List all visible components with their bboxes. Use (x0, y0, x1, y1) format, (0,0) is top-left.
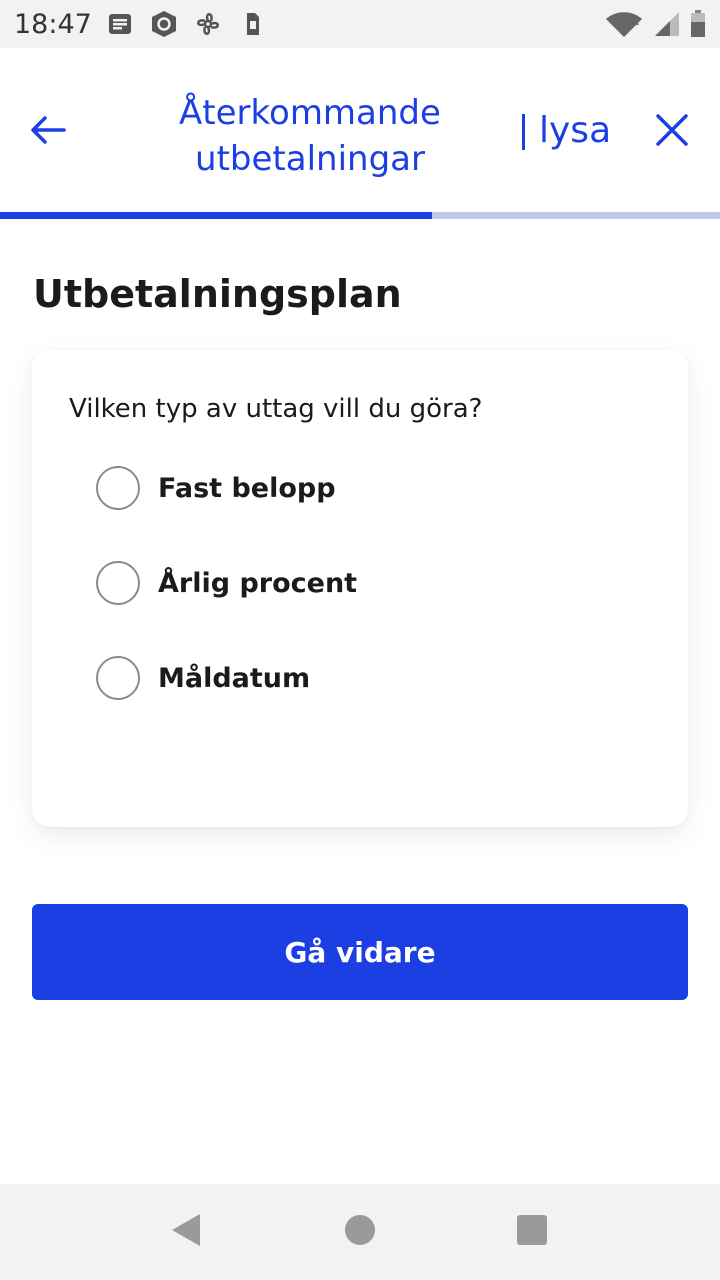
notes-icon (106, 10, 134, 38)
status-right-icons: ▴ (604, 10, 706, 43)
logo-divider (522, 114, 525, 150)
withdrawal-type-card: Vilken typ av uttag vill du göra? Fast b… (32, 350, 688, 827)
system-nav-bar (0, 1184, 720, 1280)
question-label: Vilken typ av uttag vill du göra? (69, 394, 483, 424)
recents-square-icon (516, 1214, 548, 1251)
option-arlig-procent[interactable]: Årlig procent (96, 558, 357, 608)
home-circle-icon (344, 1214, 376, 1251)
sim-icon (238, 10, 266, 38)
continue-button[interactable]: Gå vidare (32, 904, 688, 1000)
back-triangle-icon (170, 1213, 202, 1252)
shield-app-icon (150, 10, 178, 38)
content-area: Utbetalningsplan Vilken typ av uttag vil… (0, 219, 720, 1184)
close-icon (655, 113, 689, 152)
fan-icon (194, 10, 222, 38)
nav-recents-button[interactable] (514, 1214, 550, 1250)
page-title: Utbetalningsplan (33, 272, 402, 316)
logo-text: lysa (539, 110, 612, 151)
nav-back-button[interactable] (168, 1213, 204, 1252)
back-button[interactable] (24, 108, 72, 156)
radio-button[interactable] (96, 466, 140, 510)
close-button[interactable] (648, 108, 696, 156)
progress-bar (0, 212, 720, 219)
nav-home-button[interactable] (342, 1214, 378, 1250)
header: Återkommande utbetalningar lysa (0, 48, 720, 213)
option-label: Måldatum (158, 662, 311, 694)
progress-fill (0, 212, 432, 219)
status-time: 18:47 (14, 9, 92, 40)
radio-button[interactable] (96, 561, 140, 605)
wifi-icon: ▴ (604, 11, 644, 42)
radio-button[interactable] (96, 656, 140, 700)
status-bar: 18:47 ▴ (0, 0, 720, 48)
arrow-left-icon (30, 115, 66, 150)
option-maldatum[interactable]: Måldatum (96, 653, 310, 703)
option-label: Fast belopp (158, 472, 336, 504)
header-title: Återkommande utbetalningar (179, 93, 441, 179)
signal-icon (654, 11, 680, 42)
battery-icon (690, 10, 706, 43)
lysa-logo: lysa (522, 110, 611, 151)
option-fast-belopp[interactable]: Fast belopp (96, 463, 336, 513)
option-label: Årlig procent (158, 567, 358, 599)
svg-text:▴: ▴ (635, 18, 639, 27)
status-left-icons (106, 10, 266, 38)
